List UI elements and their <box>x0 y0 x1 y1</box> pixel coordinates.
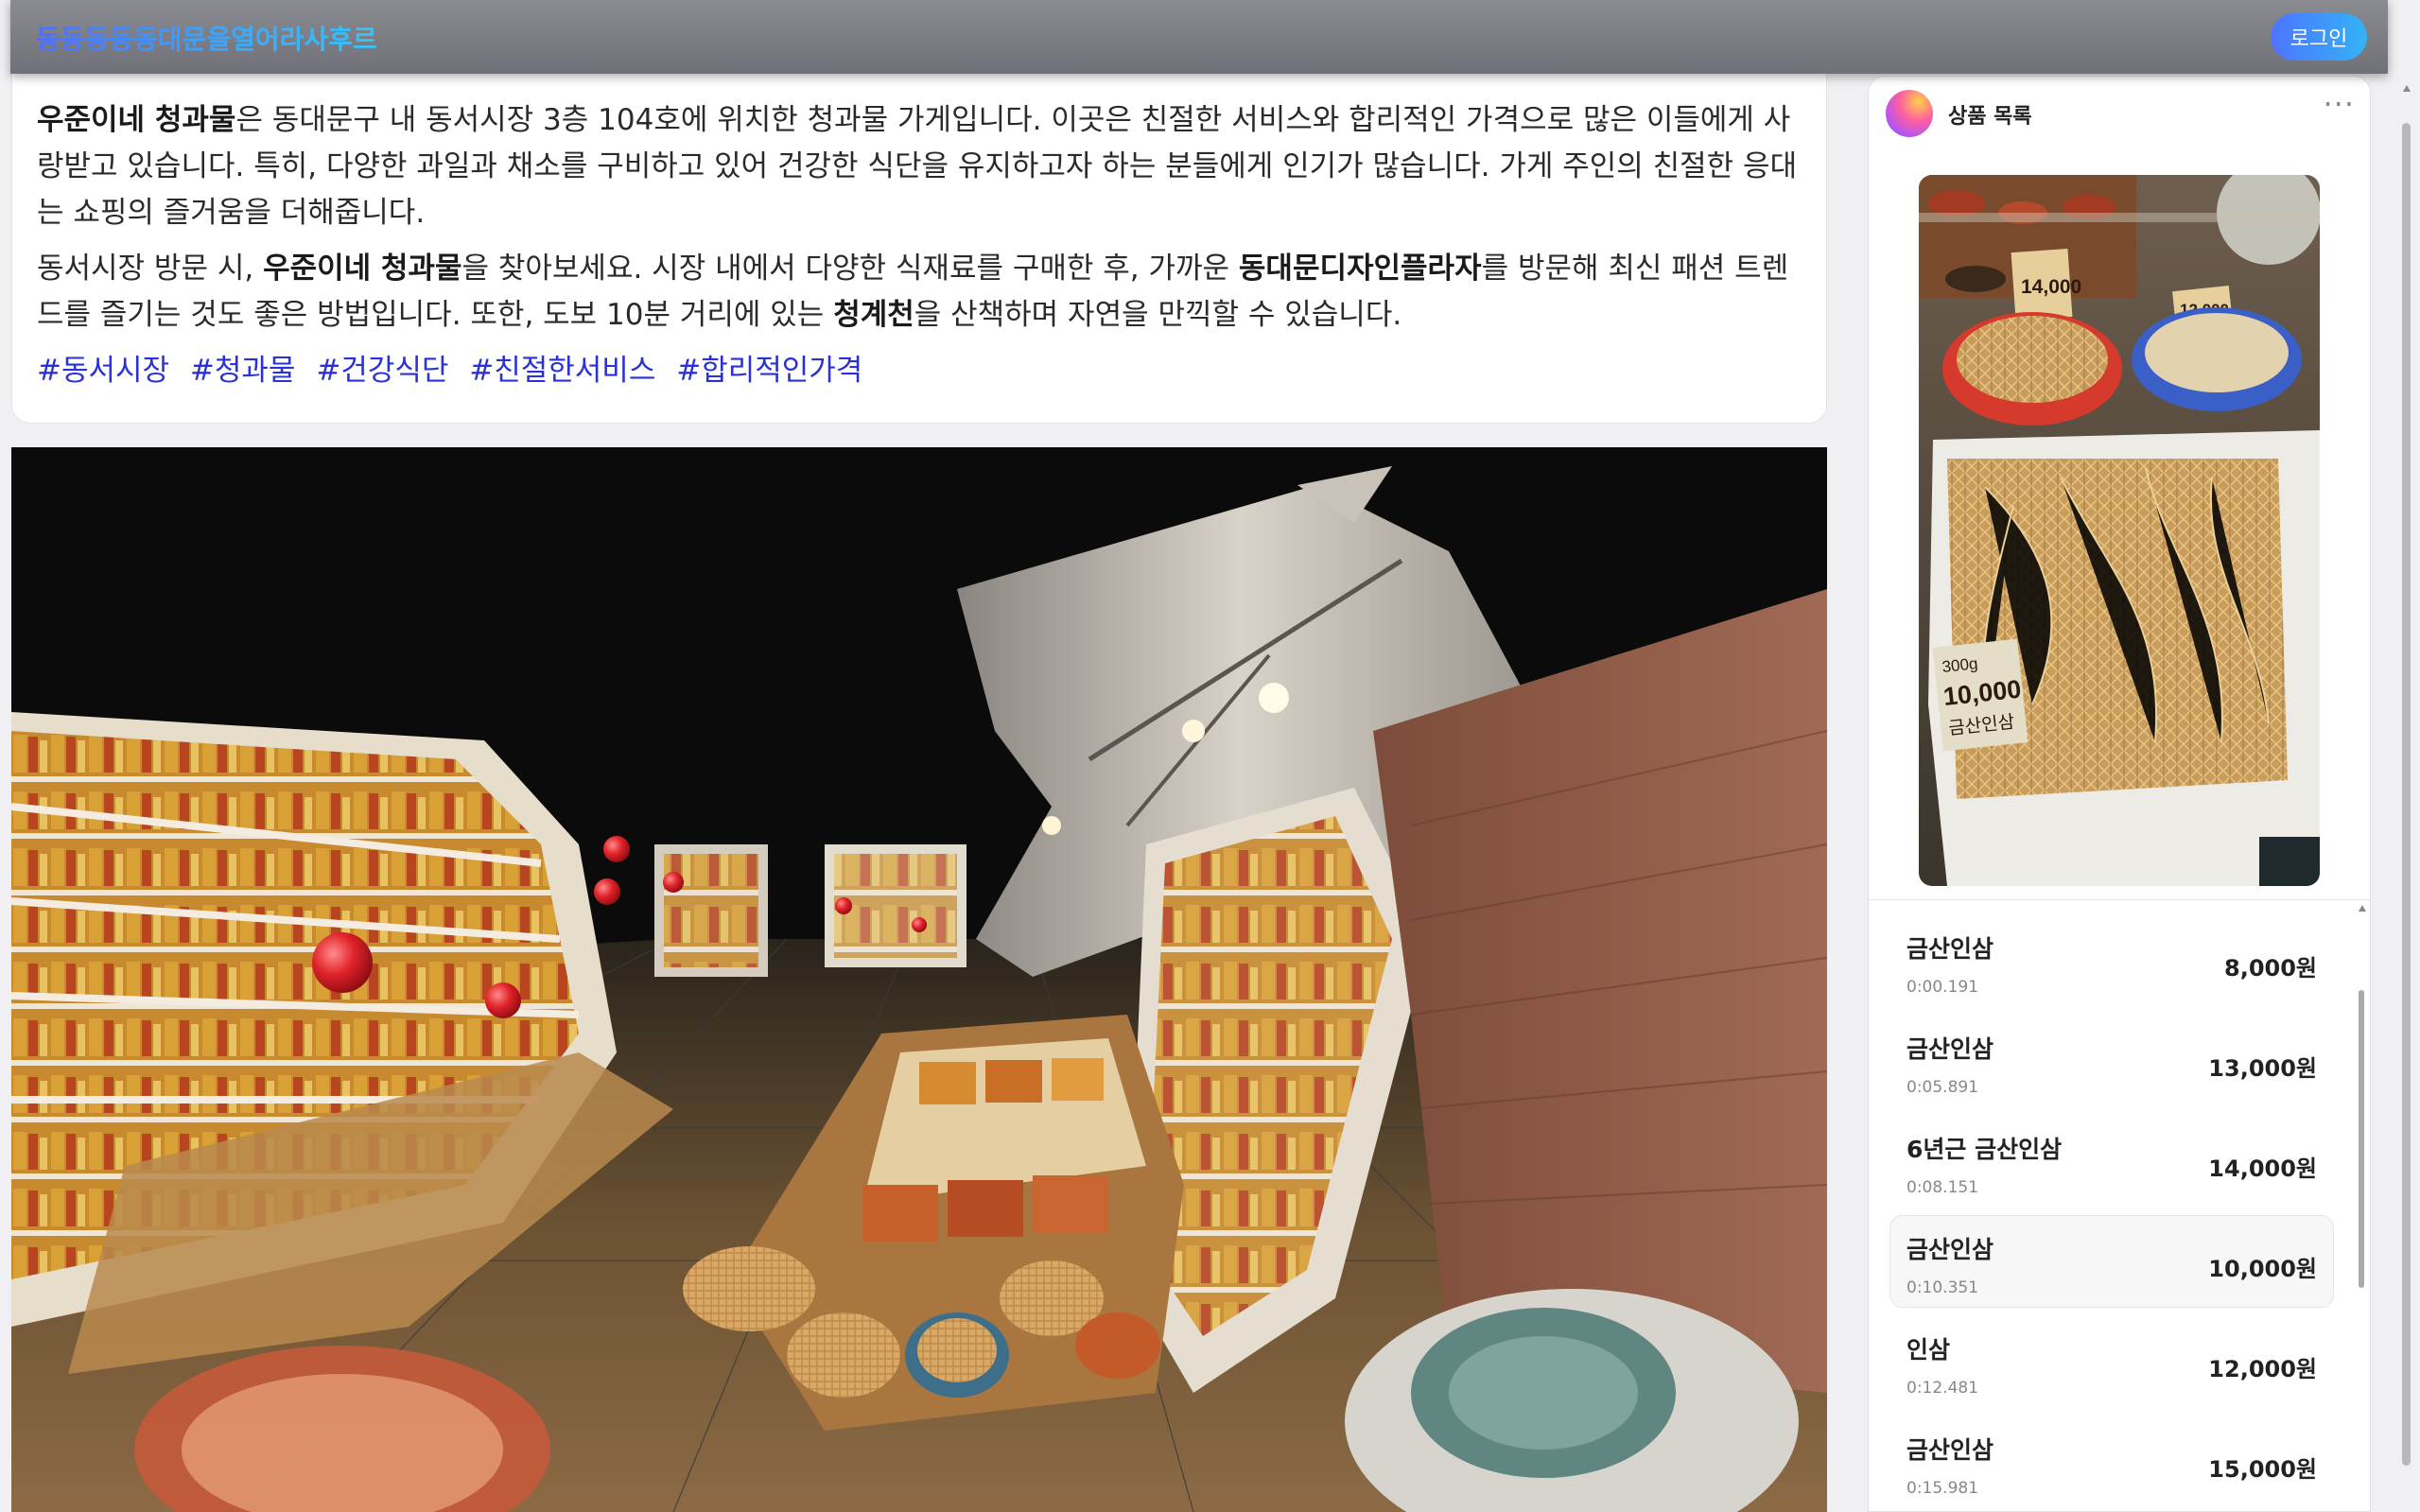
product-price: 10,000원 <box>2208 1256 2317 1282</box>
pointcloud-scene[interactable] <box>11 447 1827 1512</box>
description-text: 은 동대문구 내 동서시장 3층 104호에 위치한 청과물 가게입니다. 이곳… <box>37 103 1798 230</box>
hashtag[interactable]: #동서시장 <box>37 354 169 388</box>
product-price: 14,000원 <box>2208 1156 2317 1182</box>
more-options-icon[interactable]: ··· <box>2323 89 2355 119</box>
product-timestamp: 0:05.891 <box>1906 1078 1979 1097</box>
product-marker[interactable] <box>594 878 620 905</box>
page-scroll-up-arrow-icon[interactable] <box>2403 85 2411 92</box>
product-marker[interactable] <box>912 917 927 932</box>
login-button[interactable]: 로그인 <box>2271 13 2367 61</box>
store-name: 우준이네 청과물 <box>263 252 462 286</box>
product-list-panel: 상품 목록 ··· 14,000 300g 10,000 금산인삼 금산인삼 0… <box>1868 76 2371 1512</box>
product-price: 13,000원 <box>2208 1055 2317 1082</box>
panel-header: 상품 목록 ··· <box>1869 77 2370 148</box>
product-marker[interactable] <box>603 836 630 862</box>
description-text: 을 산책하며 자연을 만끽할 수 있습니다. <box>914 298 1402 332</box>
place-name: 청계천 <box>833 298 914 332</box>
hashtag[interactable]: #합리적인가격 <box>676 354 862 388</box>
price-sign: 14,000 <box>2021 276 2081 298</box>
description-paragraph-2: 동서시장 방문 시, 우준이네 청과물을 찾아보세요. 시장 내에서 다양한 식… <box>37 246 1803 339</box>
product-price: 12,000원 <box>2208 1356 2317 1382</box>
product-name: 금산인삼 <box>1906 1436 1994 1464</box>
product-marker[interactable] <box>312 932 373 993</box>
page-scrollbar[interactable] <box>2402 123 2411 1466</box>
description-text: 을 찾아보세요. 시장 내에서 다양한 식재료를 구매한 후, 가까운 <box>461 252 1239 286</box>
divider <box>1869 899 2370 900</box>
product-list-item-selected[interactable]: 금산인삼 0:10.351 10,000원 <box>1889 1215 2334 1308</box>
product-list-item[interactable]: 금산인삼 0:05.891 13,000원 <box>1889 1015 2334 1107</box>
product-name: 금산인삼 <box>1906 935 1994 963</box>
product-name: 6년근 금산인삼 <box>1906 1136 2063 1163</box>
place-name: 동대문디자인플라자 <box>1238 252 1482 286</box>
3d-store-viewer[interactable] <box>11 447 1827 1512</box>
avatar[interactable] <box>1886 90 1933 137</box>
panel-title: 상품 목록 <box>1948 105 2032 129</box>
product-timestamp: 0:00.191 <box>1906 978 1979 997</box>
description-text: 동서시장 방문 시, <box>37 252 264 286</box>
site-brand[interactable]: 동동동동동대문을열어라사후르 <box>36 19 377 57</box>
ginseng-photo: 14,000 12,000 300g 10,000 금산인삼 <box>1919 175 2320 886</box>
product-name: 인삼 <box>1906 1336 1951 1364</box>
hashtag[interactable]: #청과물 <box>190 354 296 388</box>
list-scrollbar-thumb[interactable] <box>2359 990 2364 1288</box>
list-scrollbar[interactable] <box>2357 905 2366 1511</box>
product-name: 금산인삼 <box>1906 1236 1994 1263</box>
description-paragraph-1: 우준이네 청과물은 동대문구 내 동서시장 3층 104호에 위치한 청과물 가… <box>37 97 1803 236</box>
product-timestamp: 0:10.351 <box>1906 1278 1979 1297</box>
product-list: 금산인삼 0:00.191 8,000원 금산인삼 0:05.891 13,00… <box>1889 914 2334 1511</box>
product-list-item[interactable]: 금산인삼 0:15.981 15,000원 <box>1889 1416 2334 1508</box>
product-list-item[interactable]: 금산인삼 0:00.191 8,000원 <box>1889 914 2334 1007</box>
product-name: 금산인삼 <box>1906 1035 1994 1063</box>
price-card-weight: 300g <box>1941 654 1979 676</box>
product-timestamp: 0:12.481 <box>1906 1379 1979 1398</box>
product-thumbnail[interactable]: 14,000 12,000 300g 10,000 금산인삼 <box>1919 175 2320 886</box>
product-list-item[interactable]: 인삼 0:12.481 12,000원 <box>1889 1315 2334 1408</box>
store-description-card: 우준이네 청과물은 동대문구 내 동서시장 3층 104호에 위치한 청과물 가… <box>11 42 1827 424</box>
product-price: 8,000원 <box>2224 955 2317 982</box>
store-name: 우준이네 청과물 <box>37 103 236 137</box>
product-list-item[interactable]: 6년근 금산인삼 0:08.151 14,000원 <box>1889 1115 2334 1208</box>
product-timestamp: 0:08.151 <box>1906 1178 1979 1197</box>
hashtag[interactable]: #건강식단 <box>316 354 448 388</box>
product-marker[interactable] <box>485 982 521 1018</box>
product-timestamp: 0:15.981 <box>1906 1479 1979 1498</box>
product-marker[interactable] <box>835 897 852 914</box>
top-navbar: 동동동동동대문을열어라사후르 로그인 <box>10 0 2388 74</box>
scroll-up-arrow-icon[interactable] <box>2359 905 2366 912</box>
hashtag-list: #동서시장 #청과물 #건강식단 #친절한서비스 #합리적인가격 <box>37 348 1803 394</box>
hashtag[interactable]: #친절한서비스 <box>469 354 655 388</box>
product-marker[interactable] <box>663 872 684 893</box>
product-price: 15,000원 <box>2208 1456 2317 1483</box>
